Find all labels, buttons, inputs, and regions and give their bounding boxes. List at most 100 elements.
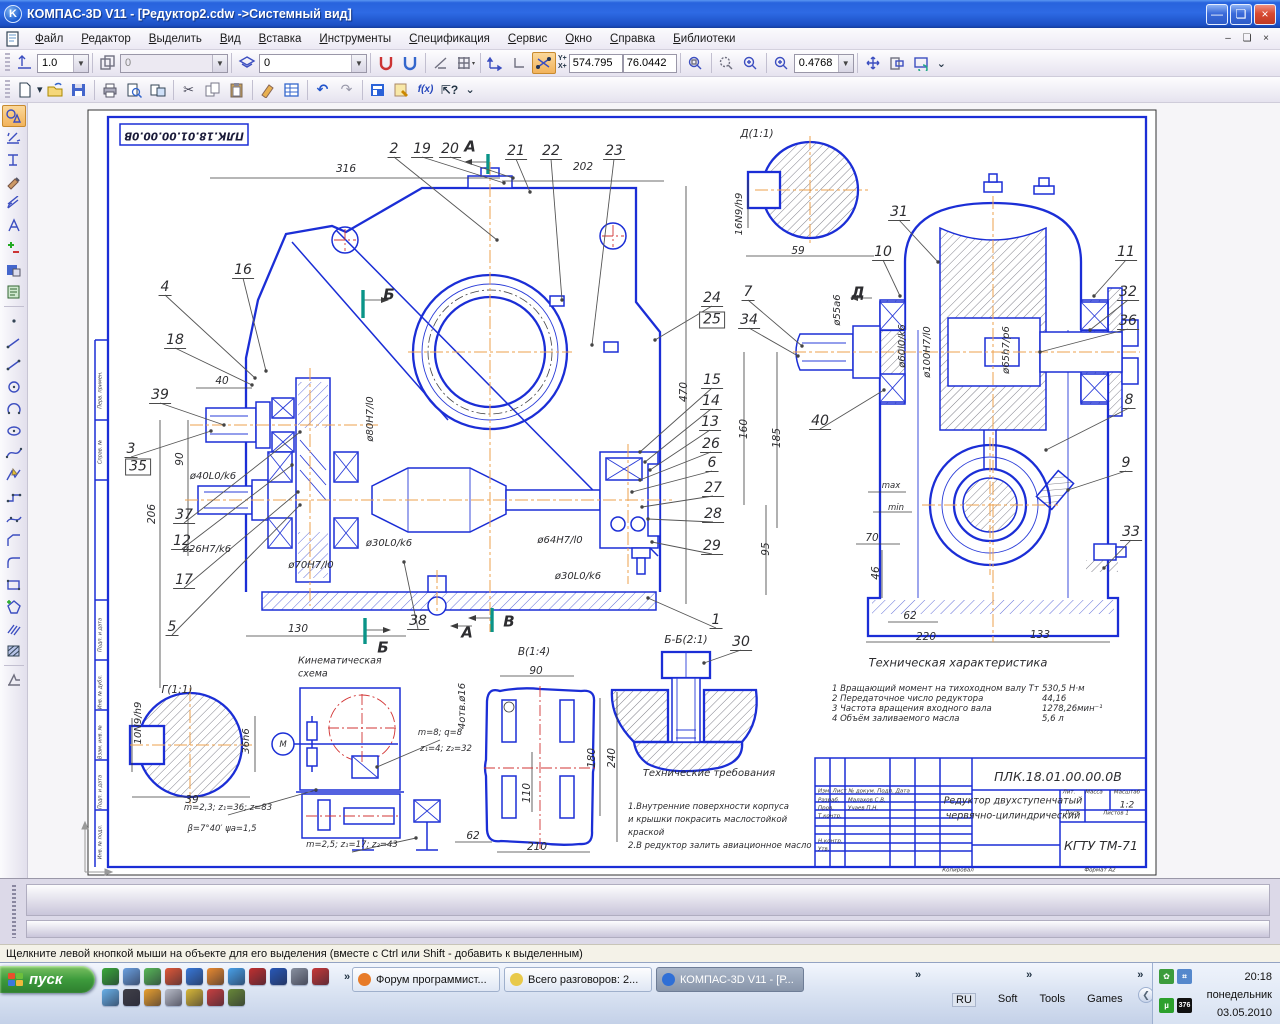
toolbar-chevron[interactable]: » — [915, 969, 921, 981]
menu-item[interactable]: Вставка — [250, 30, 311, 48]
menu-item[interactable]: Сервис — [499, 30, 556, 48]
new-dropdown[interactable]: ▾ — [37, 83, 43, 96]
quicklaunch-icon[interactable] — [102, 989, 119, 1006]
snap-icon[interactable] — [532, 52, 556, 74]
restore-button[interactable]: ❏ — [1230, 4, 1252, 25]
quicklaunch-icon[interactable] — [249, 968, 266, 985]
tray-utorrent-icon[interactable]: µ — [1159, 998, 1174, 1013]
minimize-button[interactable]: — — [1206, 4, 1228, 25]
mdi-close-button[interactable]: × — [1258, 33, 1274, 44]
copy-properties-button[interactable] — [256, 79, 280, 101]
corner-icon[interactable] — [508, 52, 532, 74]
quicklaunch-icon[interactable] — [270, 968, 287, 985]
fillet-tool[interactable] — [2, 552, 26, 574]
bezier-tool[interactable] — [2, 508, 26, 530]
print-preview-button[interactable] — [122, 79, 146, 101]
property-bar-handle[interactable] — [12, 885, 16, 938]
polyline-tool[interactable] — [2, 486, 26, 508]
menu-item[interactable]: Вид — [211, 30, 250, 48]
desktop-toolbar-games[interactable]: Games — [1087, 993, 1122, 1007]
refresh-icon[interactable] — [909, 52, 933, 74]
zoom-in-icon[interactable] — [739, 52, 763, 74]
document-combo[interactable]: 0▼ — [120, 54, 228, 73]
new-document-button[interactable] — [13, 79, 37, 101]
ortho-icon[interactable] — [429, 52, 453, 74]
circle-tool[interactable] — [2, 376, 26, 398]
window-layout-button[interactable] — [366, 79, 390, 101]
taskbar-task-button[interactable]: Форум программист... — [352, 967, 500, 992]
spec-table-button[interactable] — [280, 79, 304, 101]
toolbar-grip[interactable] — [5, 53, 10, 73]
quicklaunch-icon[interactable] — [123, 968, 140, 985]
open-button[interactable] — [43, 79, 67, 101]
desktop-toolbar-ru[interactable]: RU — [952, 993, 976, 1007]
layers-icon[interactable] — [235, 52, 259, 74]
property-strip[interactable] — [26, 884, 1270, 916]
cut-button[interactable]: ✂ — [177, 79, 201, 101]
parametrization-panel-button[interactable] — [2, 193, 26, 215]
import-button[interactable] — [146, 79, 170, 101]
step-combo[interactable]: 1.0▼ — [37, 54, 89, 73]
tray-clover-icon[interactable]: ✿ — [1159, 969, 1174, 984]
rectangle-tool[interactable] — [2, 574, 26, 596]
zoom-scale-icon[interactable] — [770, 52, 794, 74]
pan-icon[interactable] — [861, 52, 885, 74]
tray-network-icon[interactable]: ⌗ — [1177, 969, 1192, 984]
nurbs-tool[interactable] — [2, 442, 26, 464]
context-help-button[interactable]: ⇱? — [438, 79, 462, 101]
document-icon[interactable] — [4, 31, 22, 47]
point-tool[interactable] — [2, 310, 26, 332]
copy-button[interactable] — [201, 79, 225, 101]
zoom-combo[interactable]: 0.4768▼ — [794, 54, 854, 73]
print-button[interactable] — [98, 79, 122, 101]
quicklaunch-icon[interactable] — [207, 989, 224, 1006]
hatch-tool[interactable] — [2, 640, 26, 662]
menu-item[interactable]: Спецификация — [400, 30, 499, 48]
mdi-minimize-button[interactable]: – — [1220, 33, 1236, 44]
hatch-lines-tool[interactable] — [2, 618, 26, 640]
dimensions-panel-button[interactable] — [2, 127, 26, 149]
mdi-restore-button[interactable]: ❏ — [1239, 33, 1255, 44]
magnet-blue-icon[interactable] — [398, 52, 422, 74]
document-manager-button[interactable] — [390, 79, 414, 101]
menu-item[interactable]: Библиотеки — [664, 30, 744, 48]
quicklaunch-icon[interactable] — [123, 989, 140, 1006]
layer-combo[interactable]: 0▼ — [259, 54, 367, 73]
zoom-page-icon[interactable] — [684, 52, 708, 74]
quicklaunch-icon[interactable] — [102, 968, 119, 985]
designations-panel-button[interactable] — [2, 149, 26, 171]
undo-button[interactable]: ↶ — [311, 79, 335, 101]
ellipse-tool[interactable] — [2, 420, 26, 442]
quicklaunch-icon[interactable] — [144, 968, 161, 985]
quicklaunch-icon[interactable] — [165, 989, 182, 1006]
toolbar-grip[interactable] — [5, 80, 10, 100]
quicklaunch-icon[interactable] — [186, 968, 203, 985]
desktop-toolbar-soft[interactable]: Soft — [998, 993, 1018, 1007]
chamfer-tool[interactable] — [2, 530, 26, 552]
fit-icon[interactable] — [885, 52, 909, 74]
toolbar-overflow-chevron[interactable]: ⌄ — [937, 57, 946, 70]
tray-counter-badge[interactable]: 376 — [1177, 998, 1192, 1013]
close-button[interactable]: × — [1254, 4, 1276, 25]
redo-button[interactable]: ↷ — [335, 79, 359, 101]
paste-button[interactable] — [225, 79, 249, 101]
quicklaunch-icon[interactable] — [291, 968, 308, 985]
specification-panel-button[interactable] — [2, 259, 26, 281]
segment-tool[interactable] — [2, 354, 26, 376]
local-axes-icon[interactable] — [484, 52, 508, 74]
selection-panel-button[interactable] — [2, 237, 26, 259]
toolbar-chevron[interactable]: » — [1026, 969, 1032, 981]
editing-panel-button[interactable] — [2, 171, 26, 193]
measure-panel-button[interactable] — [2, 215, 26, 237]
quicklaunch-icon[interactable] — [312, 968, 329, 985]
quicklaunch-icon[interactable] — [207, 968, 224, 985]
geometry-panel-button[interactable] — [2, 105, 26, 127]
reports-panel-button[interactable] — [2, 281, 26, 303]
menu-item[interactable]: Редактор — [72, 30, 140, 48]
start-button[interactable]: пуск — [0, 966, 95, 993]
continuous-input-tool[interactable] — [2, 464, 26, 486]
quicklaunch-icon[interactable] — [165, 968, 182, 985]
magnet-red-icon[interactable] — [374, 52, 398, 74]
toolbar-overflow-chevron[interactable]: ⌄ — [466, 83, 475, 96]
polygon-tool[interactable] — [2, 596, 26, 618]
